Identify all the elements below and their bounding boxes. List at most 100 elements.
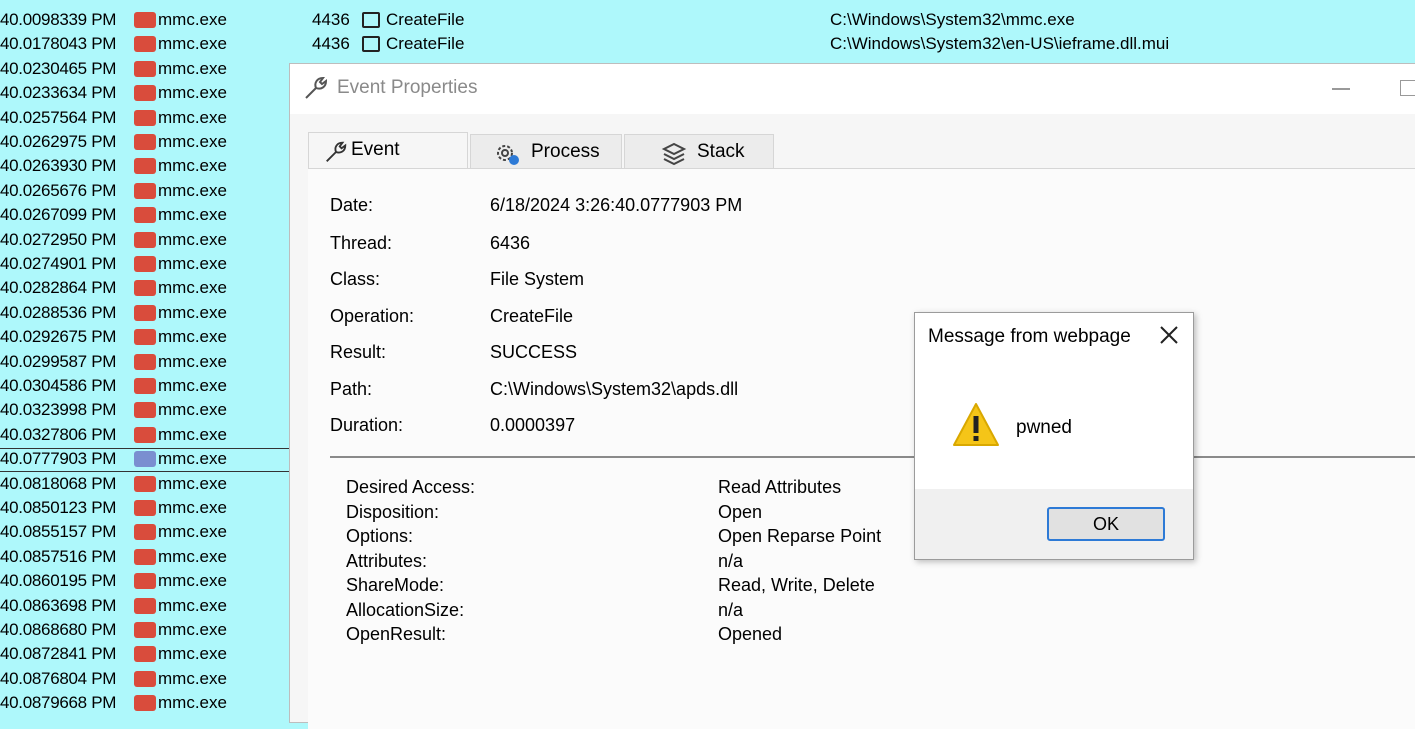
- process-icon: [134, 548, 156, 565]
- process-name-cell: mmc.exe: [158, 498, 227, 517]
- process-name-cell: mmc.exe: [158, 205, 227, 225]
- process-icon: [134, 182, 156, 199]
- maximize-button[interactable]: [1400, 80, 1415, 96]
- path-label: Path:: [330, 379, 373, 399]
- options-label: Options:: [346, 526, 414, 546]
- process-icon: [134, 646, 156, 663]
- process-name-cell: mmc.exe: [158, 156, 227, 176]
- time-cell: 40.0327806 PM: [0, 424, 117, 444]
- time-cell: 40.0777903 PM: [0, 449, 117, 469]
- result-label: Result:: [330, 342, 387, 362]
- time-cell: 40.0098339 PM: [0, 10, 117, 29]
- dialog-title: Message from webpage: [928, 326, 1131, 347]
- time-cell: 40.0274901 PM: [0, 254, 117, 273]
- process-icon: [134, 85, 156, 102]
- divider: [330, 456, 1415, 458]
- tab-process[interactable]: Process: [470, 134, 622, 168]
- process-name-cell: mmc.exe: [158, 546, 227, 566]
- time-cell: 40.0292675 PM: [0, 327, 117, 347]
- dialog-message: pwned: [1016, 417, 1072, 438]
- process-icon: [134, 304, 156, 321]
- process-name-cell: mmc.exe: [158, 229, 227, 249]
- minimize-button[interactable]: [1332, 88, 1350, 90]
- process-icon: [134, 256, 156, 272]
- pid-cell: 4436: [312, 10, 350, 29]
- stack-icon: [661, 142, 687, 166]
- title-bar[interactable]: Event Properties: [290, 64, 1415, 114]
- process-icon: [134, 451, 156, 468]
- process-name-cell: mmc.exe: [158, 522, 227, 542]
- process-icon: [134, 207, 156, 224]
- tab-label: Process: [531, 141, 600, 162]
- process-name-cell: mmc.exe: [158, 668, 227, 688]
- disposition-label: Disposition:: [346, 502, 440, 522]
- time-cell: 40.0282864 PM: [0, 278, 117, 298]
- time-cell: 40.0265676 PM: [0, 180, 117, 200]
- process-name-cell: mmc.exe: [158, 376, 227, 395]
- warning-icon: [953, 403, 999, 446]
- time-cell: 40.0872841 PM: [0, 644, 117, 664]
- time-cell: 40.0863698 PM: [0, 595, 117, 615]
- process-icon: [134, 597, 156, 614]
- event-properties-window: Event Properties Event Process Stack Dat…: [289, 63, 1415, 729]
- ok-button[interactable]: OK: [1047, 507, 1165, 541]
- process-name-cell: mmc.exe: [158, 571, 227, 591]
- list-item[interactable]: 40.0098339 PM mmc.exe 4436 CreateFile C:…: [0, 8, 1415, 32]
- tab-label: Event: [351, 139, 400, 160]
- process-icon: [134, 622, 156, 638]
- time-cell: 40.0818068 PM: [0, 473, 117, 493]
- sharemode-label: ShareMode:: [346, 575, 445, 595]
- tab-stack[interactable]: Stack: [624, 134, 774, 168]
- time-cell: 40.0230465 PM: [0, 58, 117, 78]
- process-icon: [134, 329, 156, 346]
- time-cell: 40.0233634 PM: [0, 83, 117, 103]
- process-name-cell: mmc.exe: [158, 473, 227, 493]
- class-label: Class:: [330, 269, 381, 289]
- operation-label: Operation:: [330, 306, 415, 326]
- time-cell: 40.0876804 PM: [0, 668, 117, 688]
- time-cell: 40.0850123 PM: [0, 498, 117, 517]
- path-cell: C:\Windows\System32\mmc.exe: [830, 10, 1075, 29]
- wrench-icon: [305, 76, 328, 99]
- duration-label: Duration:: [330, 415, 404, 435]
- window-title: Event Properties: [337, 77, 478, 98]
- allocation-size-label: AllocationSize:: [346, 600, 465, 620]
- time-cell: 40.0262975 PM: [0, 132, 117, 151]
- message-dialog: Message from webpage pwned OK: [914, 312, 1194, 560]
- process-icon: [134, 231, 156, 248]
- process-icon: [134, 280, 156, 297]
- operation-cell: CreateFile: [386, 34, 465, 53]
- operation-value: CreateFile: [490, 306, 574, 326]
- process-icon: [134, 670, 156, 687]
- pid-cell: 4436: [312, 34, 350, 53]
- time-cell: 40.0257564 PM: [0, 107, 117, 127]
- process-icon: [134, 60, 156, 77]
- list-item[interactable]: 40.0178043 PM mmc.exe 4436 CreateFile C:…: [0, 32, 1415, 56]
- process-icon: [134, 524, 156, 541]
- time-cell: 40.0323998 PM: [0, 400, 117, 420]
- close-icon[interactable]: [1155, 321, 1183, 349]
- thread-value: 6436: [490, 233, 531, 253]
- process-name-cell: mmc.exe: [158, 620, 227, 639]
- process-name-cell: mmc.exe: [158, 278, 227, 298]
- time-cell: 40.0879668 PM: [0, 693, 117, 713]
- time-cell: 40.0860195 PM: [0, 571, 117, 591]
- event-tab-panel: Date: 6/18/2024 3:26:40.0777903 PM Threa…: [308, 168, 1415, 729]
- time-cell: 40.0288536 PM: [0, 302, 117, 322]
- process-name-cell: mmc.exe: [158, 10, 227, 29]
- tab-label: Stack: [697, 141, 745, 162]
- process-icon: [134, 158, 156, 175]
- process-name-cell: mmc.exe: [158, 83, 227, 103]
- tab-event[interactable]: Event: [308, 132, 468, 169]
- time-cell: 40.0178043 PM: [0, 34, 117, 53]
- selection-border-bottom: [0, 471, 290, 472]
- process-name-cell: mmc.exe: [158, 644, 227, 664]
- process-icon: [134, 378, 156, 394]
- process-name-cell: mmc.exe: [158, 595, 227, 615]
- process-icon: [134, 500, 156, 516]
- process-name-cell: mmc.exe: [158, 327, 227, 347]
- allocation-size-value: n/a: [718, 600, 744, 620]
- process-name-cell: mmc.exe: [158, 351, 227, 371]
- options-value: Open Reparse Point: [718, 526, 882, 546]
- time-cell: 40.0263930 PM: [0, 156, 117, 176]
